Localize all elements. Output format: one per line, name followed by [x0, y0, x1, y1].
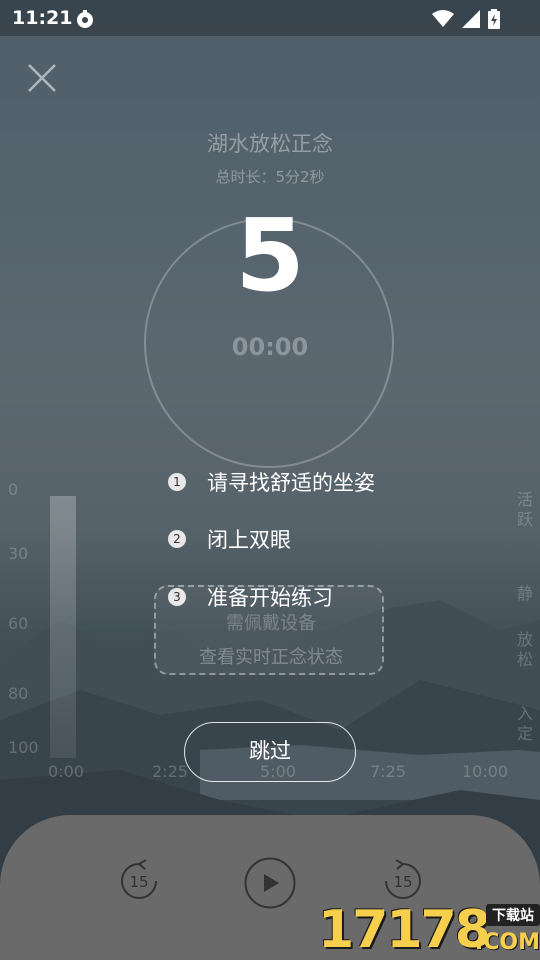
watermark-domain: .COM	[474, 930, 540, 955]
x-tick: 0:00	[48, 762, 84, 781]
rewind-seconds: 15	[129, 873, 149, 891]
chart-bar	[50, 496, 76, 758]
rewind-15-button[interactable]: 15	[116, 858, 162, 904]
instruction-step: 3 准备开始练习	[168, 582, 333, 612]
device-prompt-title: 需佩戴设备	[226, 613, 316, 634]
elapsed-timer: 00:00	[231, 333, 309, 361]
state-label-active: 活跃	[517, 490, 534, 529]
x-tick: 2:25	[152, 762, 188, 781]
battery-charging-icon	[488, 9, 500, 29]
skip-button[interactable]: 跳过	[184, 722, 356, 782]
y-tick: 60	[8, 614, 29, 633]
state-label-calm: 静	[517, 584, 534, 603]
step-number: 3	[168, 588, 186, 606]
state-label-relax: 放松	[517, 630, 534, 669]
play-icon	[244, 857, 296, 909]
countdown-number: 5	[235, 197, 305, 314]
y-tick: 0	[8, 480, 19, 499]
x-tick: 10:00	[462, 762, 509, 781]
state-label-meditate: 入定	[517, 704, 534, 743]
instruction-step: 2 闭上双眼	[168, 524, 291, 554]
watermark-tag: 下载站	[486, 904, 540, 926]
step-text: 准备开始练习	[207, 586, 333, 610]
wifi-icon	[432, 10, 454, 27]
close-icon[interactable]	[26, 62, 58, 94]
x-tick: 7:25	[370, 762, 406, 781]
play-button[interactable]	[243, 856, 297, 910]
step-text: 闭上双眼	[207, 528, 291, 552]
step-text: 请寻找舒适的坐姿	[207, 471, 375, 495]
y-tick: 80	[8, 684, 29, 703]
forward-seconds: 15	[393, 873, 413, 891]
step-number: 2	[168, 530, 186, 548]
timer-app-icon	[77, 10, 93, 28]
y-tick: 30	[8, 544, 29, 563]
y-tick: 100	[8, 738, 39, 757]
session-title: 湖水放松正念	[207, 132, 333, 156]
forward-15-button[interactable]: 15	[380, 858, 426, 904]
status-icons	[432, 9, 500, 29]
cellular-signal-icon	[462, 10, 480, 28]
status-time: 11:21	[12, 7, 73, 29]
status-bar: 11:21	[0, 0, 540, 36]
instruction-step: 1 请寻找舒适的坐姿	[168, 467, 375, 497]
watermark-number: 17178	[318, 900, 491, 960]
session-duration: 总时长：5分2秒	[215, 168, 325, 186]
step-number: 1	[168, 473, 186, 491]
site-watermark-logo: 17178 下载站 .COM	[318, 900, 540, 960]
device-prompt-subtitle: 查看实时正念状态	[199, 647, 343, 668]
